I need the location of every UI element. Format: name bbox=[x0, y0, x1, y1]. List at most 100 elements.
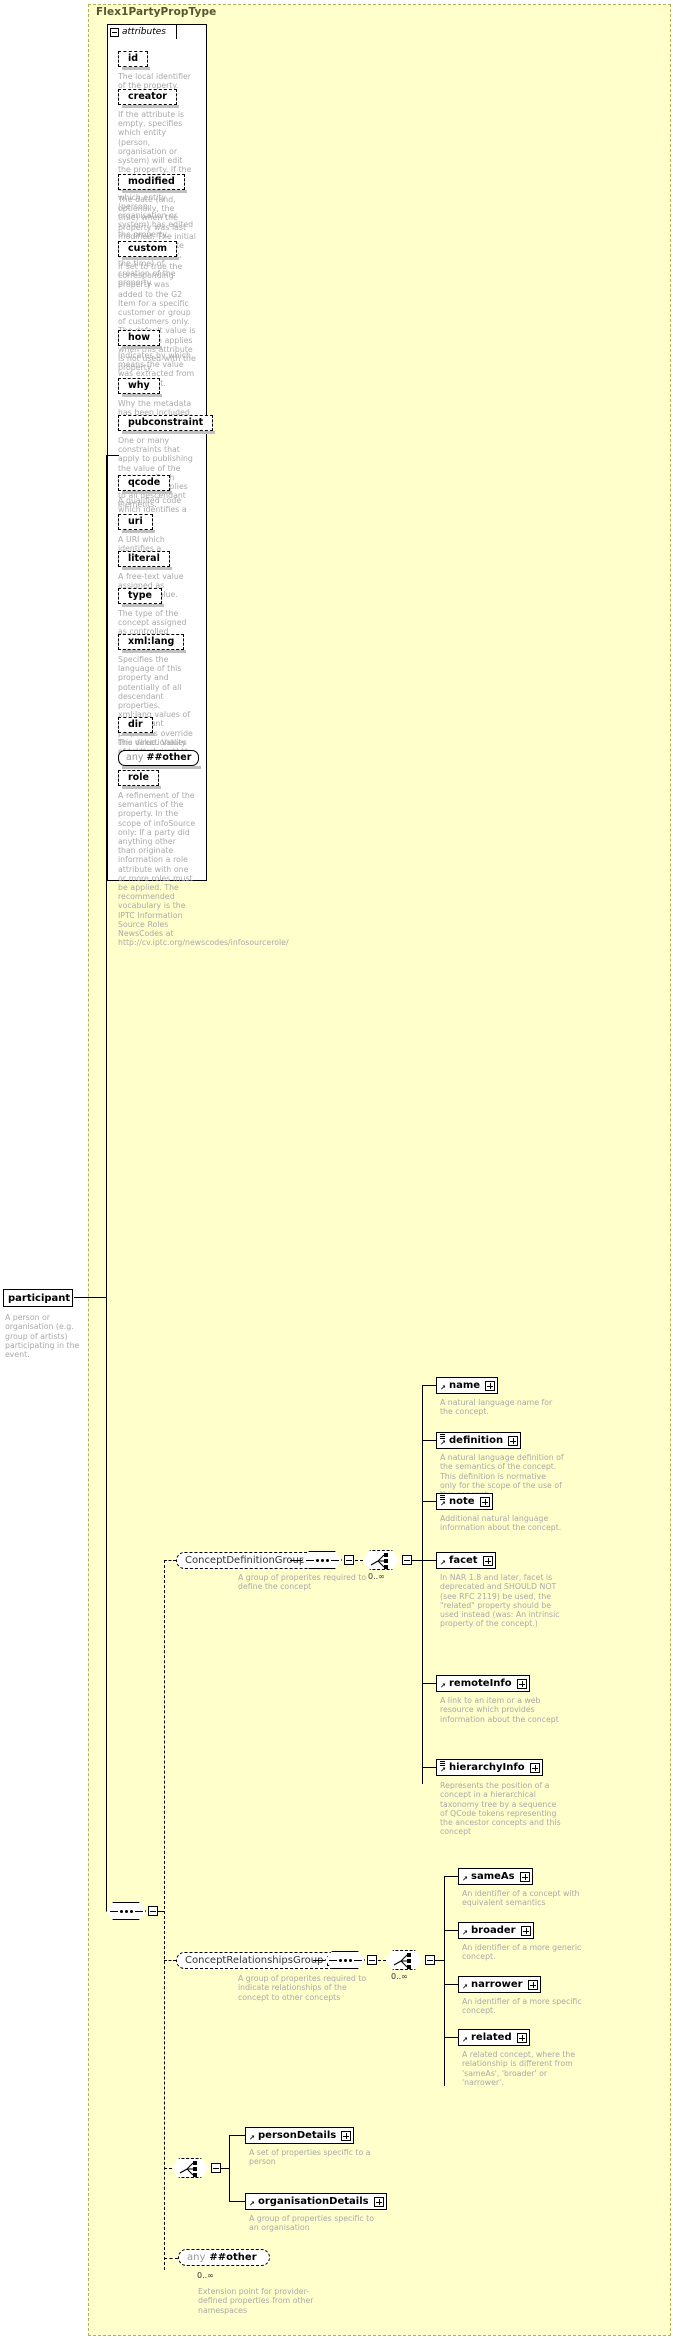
attribute-name[interactable]: pubconstraint bbox=[118, 415, 216, 434]
element-expand-icon[interactable] bbox=[508, 1435, 519, 1446]
connector bbox=[106, 455, 107, 1298]
element-narrower[interactable]: ↗ narrower bbox=[458, 1976, 544, 1996]
connector bbox=[444, 1984, 458, 1985]
connector bbox=[422, 1767, 436, 1768]
element-name[interactable]: ↗ name bbox=[436, 1377, 502, 1397]
element-note[interactable]: ↗ note bbox=[436, 1493, 496, 1513]
attribute-name[interactable]: literal bbox=[118, 551, 172, 570]
connector bbox=[412, 1560, 422, 1561]
element-description: A related concept, where the relationshi… bbox=[462, 2050, 576, 2087]
element-expand-icon[interactable] bbox=[516, 2032, 527, 2043]
connector-dashed bbox=[164, 2258, 178, 2259]
cdg-choice-collapse-icon[interactable] bbox=[402, 1555, 412, 1565]
connector bbox=[229, 2135, 245, 2136]
attribute-name[interactable]: qcode bbox=[118, 475, 173, 494]
attribute-name[interactable]: uri bbox=[118, 514, 155, 533]
crg-sequence-collapse-icon[interactable] bbox=[367, 1955, 377, 1965]
any-description: Extension point for provider-defined pro… bbox=[198, 2287, 314, 2315]
attribute-name[interactable]: id bbox=[118, 51, 151, 70]
element-expand-icon[interactable] bbox=[520, 1925, 531, 1936]
attribute-role[interactable]: role A refinement of the semantics of th… bbox=[118, 765, 289, 947]
choice-compositor[interactable] bbox=[363, 1550, 399, 1570]
element-expand-icon[interactable] bbox=[519, 1871, 530, 1882]
element-description: Additional natural language information … bbox=[440, 1514, 562, 1533]
element-expand-icon[interactable] bbox=[527, 1979, 538, 1990]
any-occurs-label: 0..∞ bbox=[197, 2271, 214, 2280]
attribute-name[interactable]: creator bbox=[118, 89, 179, 108]
element-lead-icon: ↗ bbox=[249, 2134, 255, 2142]
attribute-name[interactable]: custom bbox=[118, 241, 180, 260]
element-hierarchyinfo[interactable]: ↗ hierarchyInfo bbox=[436, 1759, 546, 1779]
connector bbox=[290, 1560, 302, 1561]
root-element-participant[interactable]: participant bbox=[3, 1289, 76, 1310]
connector bbox=[229, 2201, 245, 2202]
element-expand-icon[interactable] bbox=[485, 1380, 496, 1391]
element-broader[interactable]: ↗ broader bbox=[458, 1922, 537, 1942]
element-description: An identifier of a more specific concept… bbox=[462, 1997, 582, 2016]
attributes-collapse-icon[interactable] bbox=[110, 27, 119, 37]
attribute-name[interactable]: how bbox=[118, 330, 163, 349]
element-lead-icon: ↗ bbox=[440, 1761, 446, 1774]
group-ref-label: ConceptRelationshipsGroup bbox=[185, 1955, 324, 1966]
connector bbox=[422, 1385, 423, 1784]
attribute-name[interactable]: xml:lang bbox=[118, 634, 187, 653]
element-expand-icon[interactable] bbox=[482, 1555, 493, 1566]
connector bbox=[435, 1960, 444, 1961]
element-expand-icon[interactable] bbox=[516, 1678, 527, 1689]
choice-compositor[interactable] bbox=[386, 1950, 422, 1970]
sequence-compositor[interactable] bbox=[302, 1551, 342, 1569]
connector bbox=[422, 1385, 436, 1386]
cdg-sequence-collapse-icon[interactable] bbox=[344, 1555, 354, 1565]
element-definition[interactable]: ↗ definition bbox=[436, 1432, 525, 1452]
connector-dashed bbox=[164, 1560, 176, 1561]
element-remoteinfo[interactable]: ↗ remoteInfo bbox=[436, 1675, 533, 1695]
element-lead-icon: ↗ bbox=[440, 1384, 446, 1392]
connector bbox=[106, 1297, 107, 1911]
sequence-compositor[interactable] bbox=[325, 1951, 365, 1969]
attribute-name[interactable]: role bbox=[118, 770, 161, 789]
element-facet[interactable]: ↗ facet bbox=[436, 1552, 499, 1572]
connector bbox=[422, 1560, 436, 1561]
attribute-any-other[interactable]: any ##other bbox=[118, 745, 202, 769]
element-description: An identifier of a more generic concept. bbox=[462, 1943, 582, 1962]
any-wildcard-element[interactable]: any ##other bbox=[178, 2249, 273, 2269]
element-persondetails[interactable]: ↗ personDetails bbox=[245, 2127, 358, 2147]
attributes-tab-label: attributes bbox=[122, 27, 166, 37]
attributes-tab[interactable]: attributes bbox=[107, 24, 177, 39]
connector-dashed bbox=[378, 1960, 386, 1961]
main-sequence-collapse-icon[interactable] bbox=[148, 1906, 158, 1916]
attribute-name[interactable]: modified bbox=[118, 174, 187, 193]
connector-dashed bbox=[355, 1560, 363, 1561]
group-description: A group of properites required to define… bbox=[238, 1573, 367, 1592]
attribute-name[interactable]: dir bbox=[118, 717, 155, 736]
attribute-name[interactable]: why bbox=[118, 378, 162, 397]
element-sameas[interactable]: ↗ sameAs bbox=[458, 1868, 536, 1888]
cdg-occurs-label: 0..∞ bbox=[368, 1572, 385, 1581]
attribute-name[interactable]: type bbox=[118, 588, 164, 607]
element-expand-icon[interactable] bbox=[529, 1762, 540, 1773]
any-wildcard-attribute[interactable]: any ##other bbox=[118, 750, 202, 769]
element-label: broader bbox=[471, 1925, 516, 1936]
element-organisationdetails[interactable]: ↗ organisationDetails bbox=[245, 2193, 390, 2213]
choice-compositor[interactable] bbox=[172, 2158, 208, 2178]
element-label: personDetails bbox=[258, 2130, 337, 2141]
connector-dashed bbox=[164, 1960, 176, 1961]
connector bbox=[74, 1297, 106, 1298]
connector bbox=[444, 2037, 458, 2038]
element-expand-icon[interactable] bbox=[373, 2196, 384, 2207]
connector bbox=[313, 1960, 325, 1961]
element-label: narrower bbox=[471, 1979, 523, 1990]
element-lead-icon: ↗ bbox=[440, 1559, 446, 1567]
sequence-compositor[interactable] bbox=[106, 1902, 146, 1920]
element-description: An identifier of a concept with equivale… bbox=[462, 1889, 580, 1908]
element-label: remoteInfo bbox=[449, 1678, 512, 1689]
element-expand-icon[interactable] bbox=[341, 2130, 352, 2141]
element-description: In NAR 1.8 and later, facet is deprecate… bbox=[440, 1573, 560, 1629]
details-choice-collapse-icon[interactable] bbox=[211, 2163, 221, 2173]
crg-choice-collapse-icon[interactable] bbox=[425, 1955, 435, 1965]
element-related[interactable]: ↗ related bbox=[458, 2029, 533, 2049]
element-expand-icon[interactable] bbox=[479, 1496, 490, 1507]
attribute-description: A refinement of the semantics of the pro… bbox=[118, 791, 289, 947]
element-description: A set of properties specific to a person bbox=[249, 2148, 371, 2167]
xsd-diagram-canvas: Flex1PartyPropType attributes id The loc… bbox=[0, 0, 673, 2343]
